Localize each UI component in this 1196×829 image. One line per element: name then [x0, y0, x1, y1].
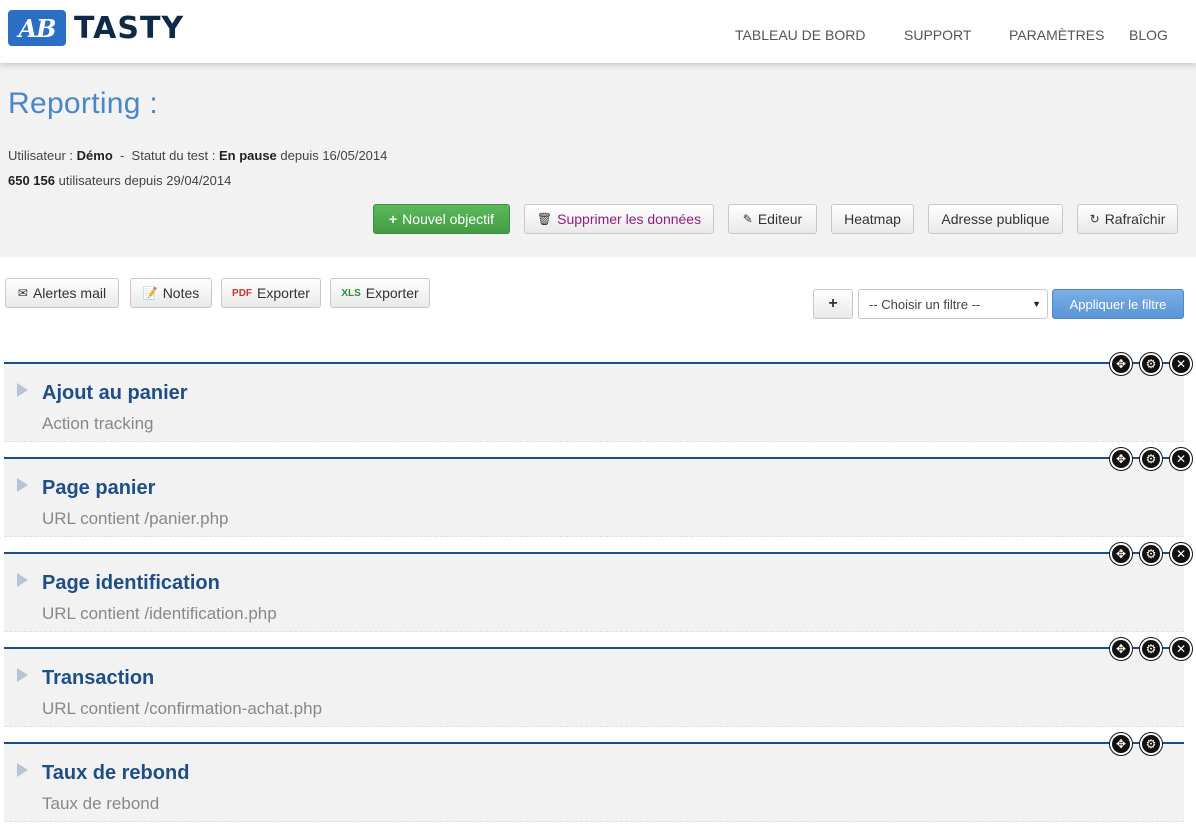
report-panel: Reporting : Utilisateur : Démo - Statut …	[0, 63, 1196, 257]
goal-name: Ajout au panier	[42, 382, 188, 404]
top-header: AB TASTY TABLEAU DE BORD SUPPORT PARAMÈT…	[0, 0, 1196, 63]
apply-filter-button[interactable]: Appliquer le filtre	[1052, 289, 1184, 319]
mail-alerts-button[interactable]: ✉ Alertes mail	[5, 278, 119, 308]
nav-support[interactable]: SUPPORT	[904, 27, 971, 43]
caret-down-icon: ▼	[1032, 299, 1041, 309]
goal-description: URL contient /confirmation-achat.php	[42, 699, 323, 718]
ab-tasty-logo[interactable]: AB TASTY	[8, 10, 184, 46]
heatmap-button[interactable]: Heatmap	[831, 204, 914, 234]
expand-triangle-icon[interactable]	[17, 668, 28, 682]
gear-icon[interactable]: ⚙	[1140, 543, 1162, 565]
goal-name: Taux de rebond	[42, 762, 190, 784]
move-icon[interactable]: ✥	[1110, 353, 1132, 375]
goal-row[interactable]: Ajout au panier Action tracking ✥ ⚙ ✕	[4, 353, 1192, 442]
add-filter-button[interactable]: +	[813, 289, 853, 319]
close-icon[interactable]: ✕	[1170, 638, 1192, 660]
goal-description: Action tracking	[42, 414, 154, 433]
expand-triangle-icon[interactable]	[17, 383, 28, 397]
goal-description: URL contient /panier.php	[42, 509, 229, 528]
goal-name: Page identification	[42, 572, 220, 594]
goal-description: URL contient /identification.php	[42, 604, 277, 623]
export-pdf-button[interactable]: PDF Exporter	[221, 278, 321, 308]
gear-icon[interactable]: ⚙	[1140, 638, 1162, 660]
new-goal-button[interactable]: + Nouvel objectif	[373, 204, 510, 234]
public-address-button[interactable]: Adresse publique	[928, 204, 1063, 234]
nav-blog[interactable]: BLOG	[1129, 27, 1168, 43]
move-icon[interactable]: ✥	[1110, 733, 1132, 755]
goal-controls: ✥ ⚙ ✕	[1102, 543, 1192, 565]
goal-row[interactable]: Taux de rebond Taux de rebond ✥ ⚙	[4, 733, 1184, 822]
move-icon[interactable]: ✥	[1110, 543, 1132, 565]
page-title: Reporting :	[8, 87, 159, 120]
expand-triangle-icon[interactable]	[17, 763, 28, 777]
goal-controls: ✥ ⚙ ✕	[1102, 448, 1192, 470]
move-icon[interactable]: ✥	[1110, 638, 1132, 660]
envelope-icon: ✉	[17, 286, 28, 300]
plus-icon: +	[388, 211, 398, 227]
close-icon[interactable]: ✕	[1170, 543, 1192, 565]
export-excel-button[interactable]: XLS Exporter	[330, 278, 430, 308]
move-icon[interactable]: ✥	[1110, 448, 1132, 470]
pdf-icon: PDF	[232, 287, 253, 299]
goal-name: Page panier	[42, 477, 156, 499]
goal-row[interactable]: Page panier URL contient /panier.php ✥ ⚙…	[4, 448, 1192, 537]
notepad-icon: 📝	[142, 286, 158, 300]
goal-description: Taux de rebond	[42, 794, 160, 813]
trash-icon: 🗑	[536, 212, 553, 226]
expand-triangle-icon[interactable]	[17, 478, 28, 492]
goal-controls: ✥ ⚙ ✕	[1102, 353, 1192, 375]
refresh-button[interactable]: ↻ Rafraîchir	[1077, 204, 1178, 234]
gear-icon[interactable]: ⚙	[1140, 733, 1162, 755]
test-status-line: Utilisateur : Démo - Statut du test : En…	[8, 148, 388, 163]
logo-mark: AB	[8, 10, 66, 46]
filter-select[interactable]: -- Choisir un filtre -- ▼	[858, 289, 1048, 319]
notes-button[interactable]: 📝 Notes	[130, 278, 212, 308]
goal-row[interactable]: Page identification URL contient /identi…	[4, 543, 1192, 632]
delete-data-button[interactable]: 🗑 Supprimer les données	[524, 204, 714, 234]
nav-settings[interactable]: PARAMÈTRES	[1009, 27, 1104, 43]
editor-button[interactable]: ✎ Editeur	[728, 204, 817, 234]
expand-triangle-icon[interactable]	[17, 573, 28, 587]
gear-icon[interactable]: ⚙	[1140, 353, 1162, 375]
excel-icon: XLS	[341, 287, 361, 299]
goal-name: Transaction	[42, 667, 155, 689]
close-icon[interactable]: ✕	[1170, 448, 1192, 470]
users-count-line: 650 156 utilisateurs depuis 29/04/2014	[8, 173, 232, 188]
close-icon[interactable]: ✕	[1170, 353, 1192, 375]
nav-dashboard[interactable]: TABLEAU DE BORD	[735, 27, 865, 43]
goal-controls: ✥ ⚙ ✕	[1102, 638, 1192, 660]
refresh-icon: ↻	[1089, 212, 1100, 226]
gear-icon[interactable]: ⚙	[1140, 448, 1162, 470]
logo-text: TASTY	[74, 10, 185, 46]
goal-row[interactable]: Transaction URL contient /confirmation-a…	[4, 638, 1192, 727]
goal-controls: ✥ ⚙	[1102, 733, 1162, 755]
edit-icon: ✎	[742, 212, 753, 226]
